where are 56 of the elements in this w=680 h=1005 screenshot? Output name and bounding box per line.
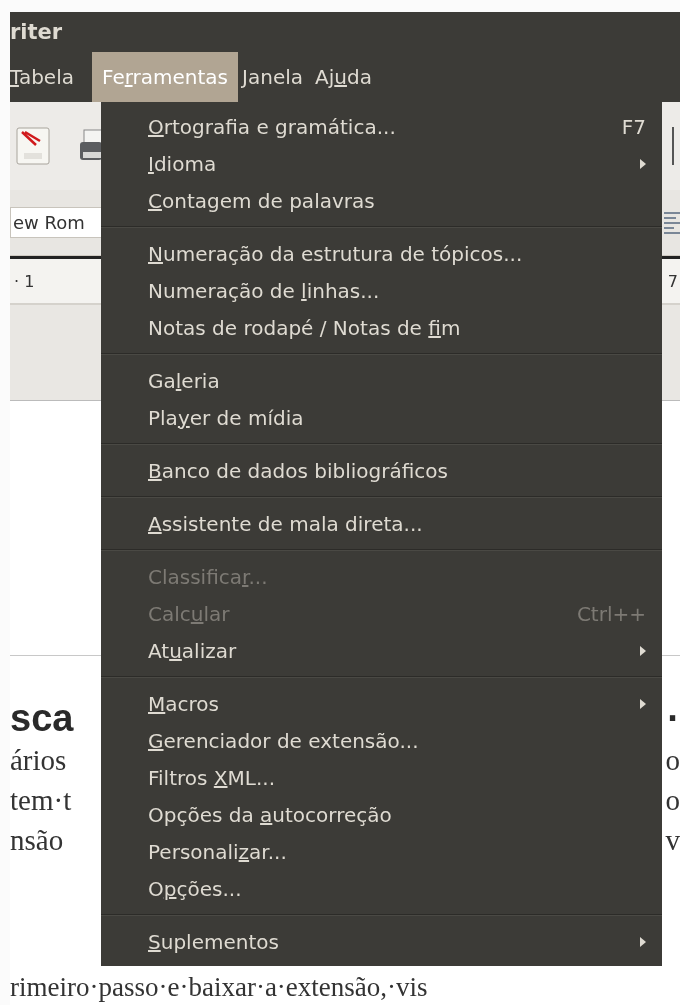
menu-item-label: Calcular: [148, 601, 231, 626]
menu-item[interactable]: Opções da autocorreção: [101, 796, 662, 833]
menu-item-label: Opções da autocorreção: [148, 802, 393, 827]
document-text: nsão: [10, 823, 64, 858]
menu-item-label: Ortografia e gramática...: [148, 114, 397, 139]
ruler-label: 7: [667, 271, 679, 291]
menu-item[interactable]: Idioma: [101, 145, 662, 182]
menu-item-label: Classificar...: [148, 564, 269, 589]
menu-item[interactable]: Gerenciador de extensão...: [101, 722, 662, 759]
menu-item-label: Player de mídia: [148, 405, 305, 430]
shortcut-label: Ctrl++: [576, 601, 646, 626]
menu-item[interactable]: Opções...: [101, 870, 662, 907]
menu-item-label: Filtros XML...: [148, 765, 276, 790]
menu-item-label: Banco de dados bibliográficos: [148, 458, 449, 483]
menu-item-label: Assistente de mala direta...: [148, 511, 424, 536]
menu-item[interactable]: Filtros XML...: [101, 759, 662, 796]
menu-item[interactable]: Atualizar: [101, 632, 662, 669]
ruler-label: · 1: [13, 271, 35, 291]
menu-item-label: Galeria: [148, 368, 221, 393]
document-text: o: [665, 743, 680, 778]
menu-item[interactable]: Banco de dados bibliográficos: [101, 452, 662, 489]
shortcut-label: F7: [621, 114, 646, 139]
menu-item[interactable]: Galeria: [101, 362, 662, 399]
menu-item-label: Numeração da estrutura de tópicos...: [148, 241, 524, 266]
menu-item-label: Numeração de linhas...: [148, 278, 381, 303]
align-icon[interactable]: [664, 209, 680, 236]
menu-item-label: Macros: [148, 691, 220, 716]
document-heading: sca: [10, 696, 74, 740]
menu-item[interactable]: Numeração da estrutura de tópicos...: [101, 235, 662, 272]
menu-item-label: Suplementos: [148, 929, 280, 954]
menu-item[interactable]: Assistente de mala direta...: [101, 505, 662, 542]
menu-title[interactable]: Tabela: [10, 52, 82, 102]
menu-item-label: Opções...: [148, 876, 243, 901]
pdf-icon[interactable]: [16, 127, 50, 165]
menu-item-label: Gerenciador de extensão...: [148, 728, 420, 753]
menu-title[interactable]: Janela: [242, 52, 311, 102]
menu-item-label: Idioma: [148, 151, 218, 176]
document-text: ários: [10, 743, 67, 778]
document-text: tem·t: [10, 783, 72, 818]
menu-item[interactable]: Player de mídia: [101, 399, 662, 436]
menu-item-label: Atualizar: [148, 638, 238, 663]
menu-item-label: Personalizar...: [148, 839, 288, 864]
window-title: riter: [10, 20, 63, 44]
document-heading: ·: [667, 696, 680, 740]
menu-item-label: Notas de rodapé / Notas de fim: [148, 315, 462, 340]
document-text: v: [665, 823, 680, 858]
menu-title[interactable]: Ajuda: [315, 52, 380, 102]
menu-item[interactable]: Personalizar...: [101, 833, 662, 870]
menu-item[interactable]: Notas de rodapé / Notas de fim: [101, 309, 662, 346]
document-text: rimeiro·passo·e·baixar·a·extensão,·vis: [10, 971, 429, 1003]
menu-item[interactable]: Macros: [101, 685, 662, 722]
menu-item-label: Contagem de palavras: [148, 188, 376, 213]
menu-item[interactable]: Suplementos: [101, 923, 662, 960]
menu-item[interactable]: Ortografia e gramática... F7: [101, 108, 662, 145]
menu-item[interactable]: Numeração de linhas...: [101, 272, 662, 309]
document-text: o: [665, 783, 680, 818]
